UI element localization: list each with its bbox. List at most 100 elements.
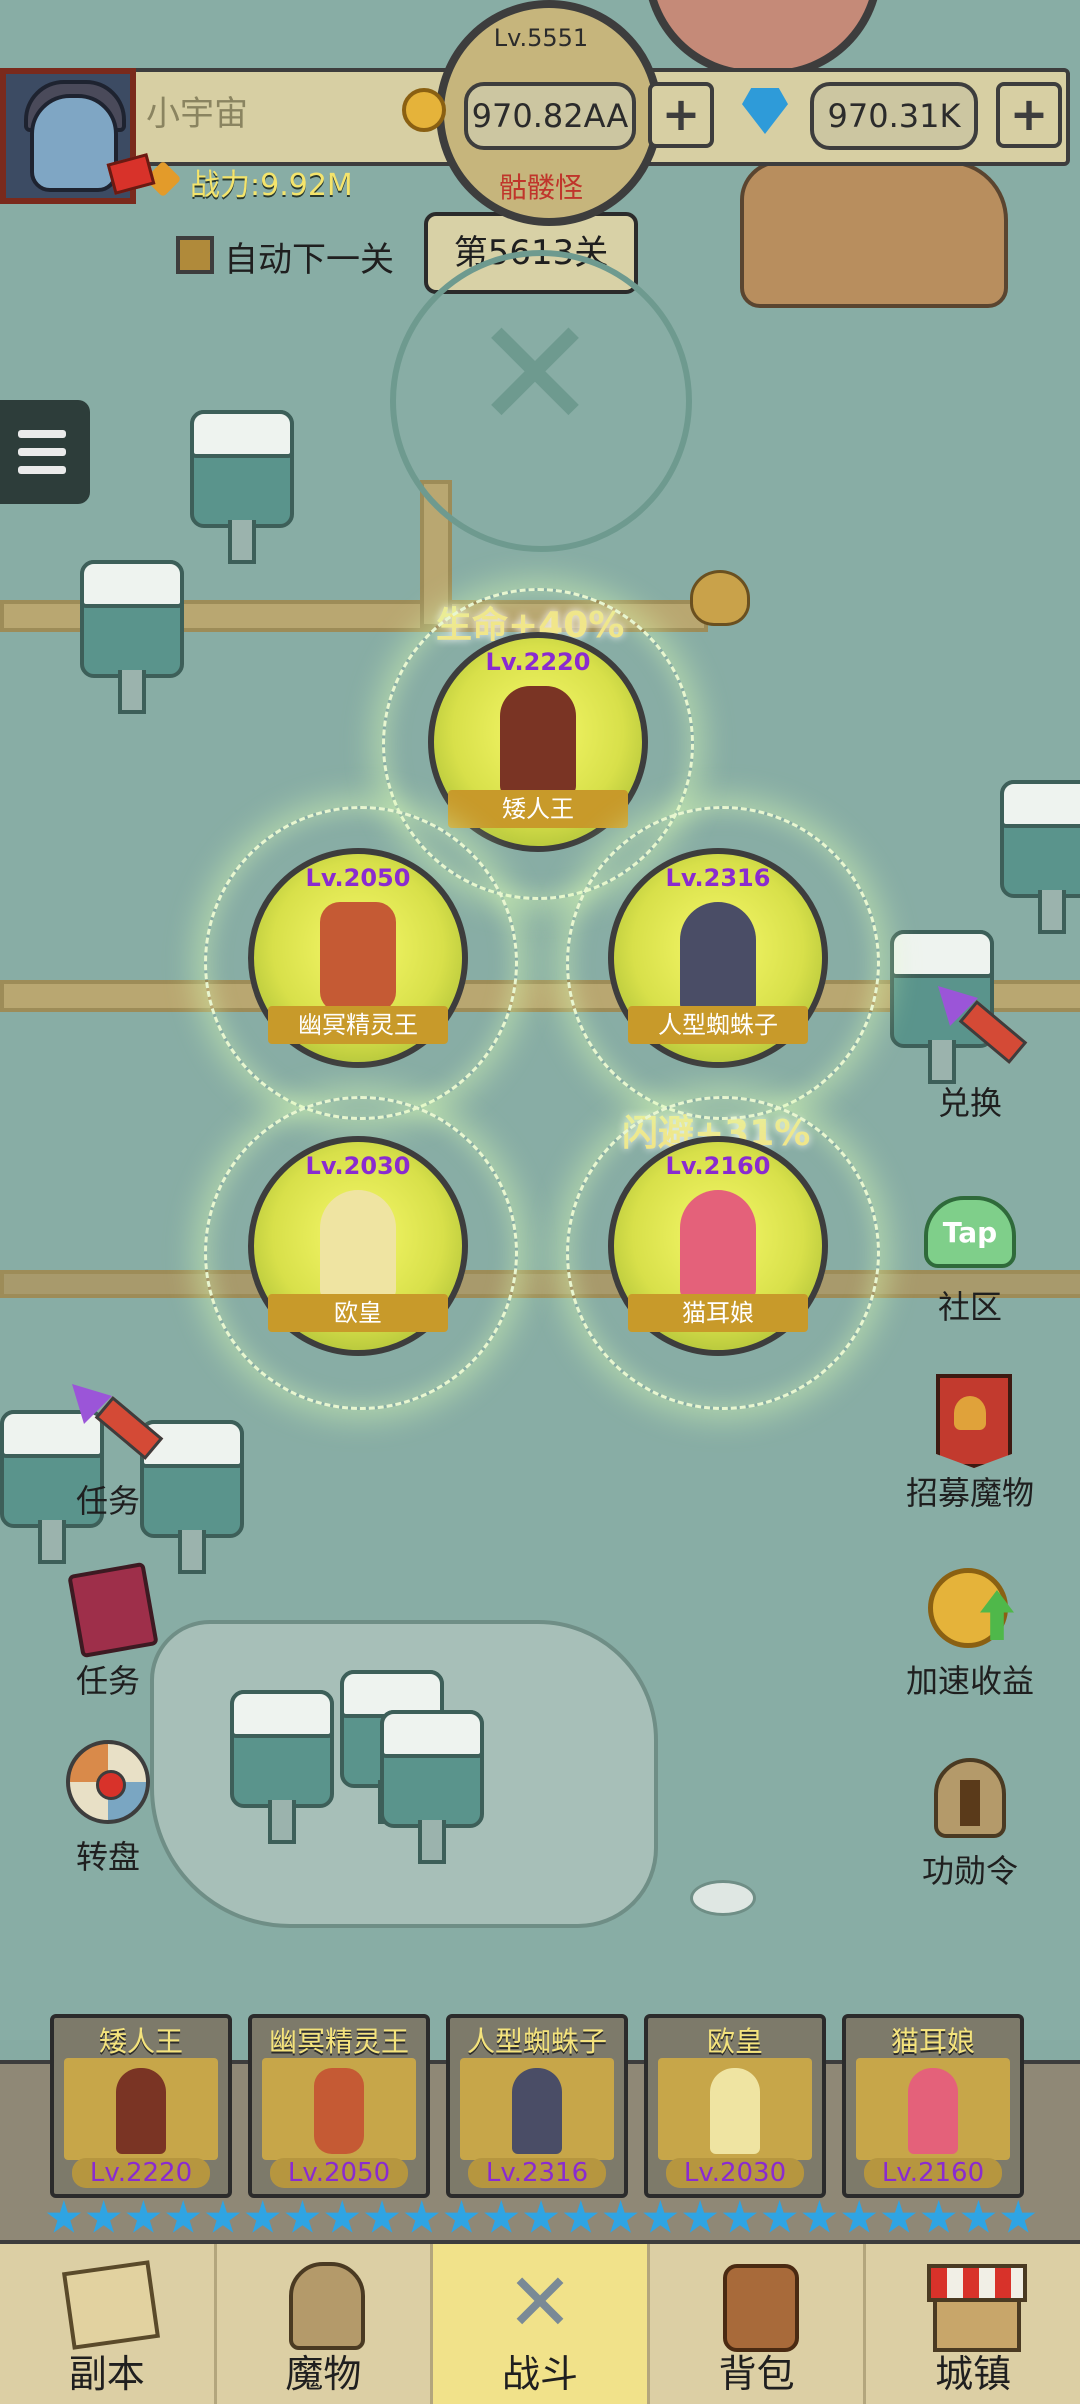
- book-icon: [62, 1560, 159, 1659]
- auto-next-checkbox[interactable]: [176, 236, 214, 274]
- nav-town[interactable]: 城镇: [866, 2244, 1080, 2404]
- team-card-name: 欧皇: [706, 2025, 763, 2058]
- star-icon: [285, 2200, 320, 2233]
- hero-level: Lv.2160: [665, 1152, 771, 1180]
- side-button-merit[interactable]: 功勋令: [900, 1750, 1040, 1892]
- cat-girl-icon: [680, 1190, 756, 1300]
- star-icon: [86, 2200, 121, 2233]
- add-gem-button[interactable]: +: [996, 82, 1062, 148]
- nav-label: 魔物: [285, 2352, 362, 2396]
- team-card-3[interactable]: 人型蜘蛛子 Lv.2316: [446, 2014, 628, 2198]
- player-name: 小宇宙: [146, 94, 248, 134]
- shop-icon: [925, 2258, 1028, 2352]
- star-icon: [484, 2200, 519, 2233]
- tap-icon: Tap: [924, 1186, 1016, 1278]
- nav-label: 副本: [68, 2352, 145, 2396]
- snow-pile: [690, 1880, 756, 1916]
- star-icon: [881, 2200, 917, 2233]
- avatar[interactable]: [0, 68, 156, 204]
- team-card-4[interactable]: 欧皇 Lv.2030: [644, 2014, 826, 2198]
- side-menu-button[interactable]: [0, 400, 90, 504]
- side-button-community[interactable]: Tap 社区: [900, 1186, 1040, 1328]
- hero-level: Lv.2050: [305, 864, 411, 892]
- nav-dungeon[interactable]: 副本: [0, 2244, 217, 2404]
- hero-slot-3[interactable]: Lv.2316 人型蜘蛛子: [608, 848, 828, 1068]
- team-card-5[interactable]: 猫耳娘 Lv.2160: [842, 2014, 1024, 2198]
- star-icon: [722, 2200, 758, 2233]
- side-button-exchange[interactable]: 兑换: [900, 982, 1040, 1124]
- map-icon: [59, 2258, 160, 2350]
- coin-icon: [402, 88, 446, 132]
- nav-label: 战斗: [501, 2352, 578, 2396]
- star-icon: [166, 2200, 201, 2233]
- star-icon: [444, 2200, 479, 2233]
- team-card-level: Lv.2220: [72, 2158, 210, 2188]
- star-icon: [682, 2200, 718, 2233]
- add-gold-button[interactable]: +: [648, 82, 714, 148]
- star-icon: [245, 2200, 280, 2233]
- gem-amount: 970.31K: [810, 82, 978, 150]
- side-button-label: 加速收益: [905, 1662, 1034, 1700]
- star-icon: [842, 2200, 877, 2233]
- star-icon: [961, 2200, 996, 2233]
- gold-amount: 970.82AA: [464, 82, 636, 150]
- hero-slot-2[interactable]: Lv.2050 幽冥精灵王: [248, 848, 468, 1068]
- star-icon: [802, 2200, 837, 2233]
- side-button-task-1[interactable]: 任务: [38, 1380, 178, 1522]
- monster-helmet-icon: [275, 2258, 371, 2350]
- crossed-swords-icon: ✕: [472, 288, 598, 462]
- side-button-speedup[interactable]: 加速收益: [900, 1560, 1040, 1702]
- star-icon: [762, 2200, 797, 2233]
- side-button-recruit[interactable]: 招募魔物: [900, 1372, 1040, 1514]
- side-button-task-2[interactable]: 任务: [38, 1560, 178, 1702]
- star-icon: [46, 2200, 82, 2233]
- side-button-label: 转盘: [75, 1838, 140, 1876]
- star-icon: [523, 2200, 559, 2233]
- hero-slot-1[interactable]: Lv.2220 矮人王: [428, 632, 648, 852]
- team-card-1[interactable]: 矮人王 Lv.2220: [50, 2014, 232, 2198]
- team-card-level: Lv.2316: [468, 2158, 606, 2188]
- hero-level: Lv.2030: [305, 1152, 411, 1180]
- hero-name: 幽冥精灵王: [268, 1006, 448, 1044]
- lucky-emperor-icon: [658, 2058, 812, 2160]
- nav-backpack[interactable]: 背包: [650, 2244, 867, 2404]
- nav-monster[interactable]: 魔物: [217, 2244, 434, 2404]
- star-icon: [563, 2200, 599, 2233]
- firework-icon: [62, 1380, 164, 1472]
- rock: [740, 160, 1008, 308]
- side-button-label: 社区: [937, 1288, 1002, 1326]
- team-card-2[interactable]: 幽冥精灵王 Lv.2050: [248, 2014, 430, 2198]
- hero-slot-5[interactable]: Lv.2160 猫耳娘: [608, 1136, 828, 1356]
- hero-level: Lv.2220: [485, 648, 591, 676]
- star-icon: [921, 2200, 956, 2233]
- team-card-level: Lv.2160: [864, 2158, 1002, 2188]
- star-icon: [126, 2200, 161, 2233]
- snowy-tree: [380, 1710, 484, 1864]
- wheel-icon: [62, 1736, 154, 1828]
- backpack-icon: [709, 2258, 805, 2352]
- spider-girl-icon: [680, 902, 756, 1012]
- ghost-elf-king-icon: [262, 2058, 416, 2160]
- side-button-label: 功勋令: [921, 1852, 1018, 1890]
- team-card-level: Lv.2030: [666, 2158, 804, 2188]
- nav-label: 城镇: [935, 2352, 1012, 2396]
- cat-girl-icon: [856, 2058, 1010, 2160]
- helmet-icon: [924, 1750, 1016, 1842]
- side-button-label: 任务: [75, 1662, 140, 1700]
- auto-next-label[interactable]: 自动下一关: [224, 232, 394, 281]
- snowy-tree: [230, 1690, 334, 1844]
- star-icon: [1001, 2200, 1036, 2233]
- firework-icon: [924, 982, 1028, 1074]
- spider-girl-icon: [460, 2058, 614, 2160]
- banner-helmet-icon: [924, 1372, 1016, 1468]
- ghost-elf-king-icon: [320, 902, 396, 1012]
- nav-battle[interactable]: ✕ 战斗: [433, 2244, 650, 2404]
- hero-name: 矮人王: [448, 790, 628, 828]
- player-power: 战力:9.92M: [190, 168, 353, 203]
- hero-name: 人型蜘蛛子: [628, 1006, 808, 1044]
- side-button-wheel[interactable]: 转盘: [38, 1736, 178, 1878]
- hero-slot-4[interactable]: Lv.2030 欧皇: [248, 1136, 468, 1356]
- star-icon: [603, 2200, 638, 2233]
- boss-name: 骷髅怪: [498, 171, 583, 204]
- side-button-label: 招募魔物: [905, 1474, 1034, 1512]
